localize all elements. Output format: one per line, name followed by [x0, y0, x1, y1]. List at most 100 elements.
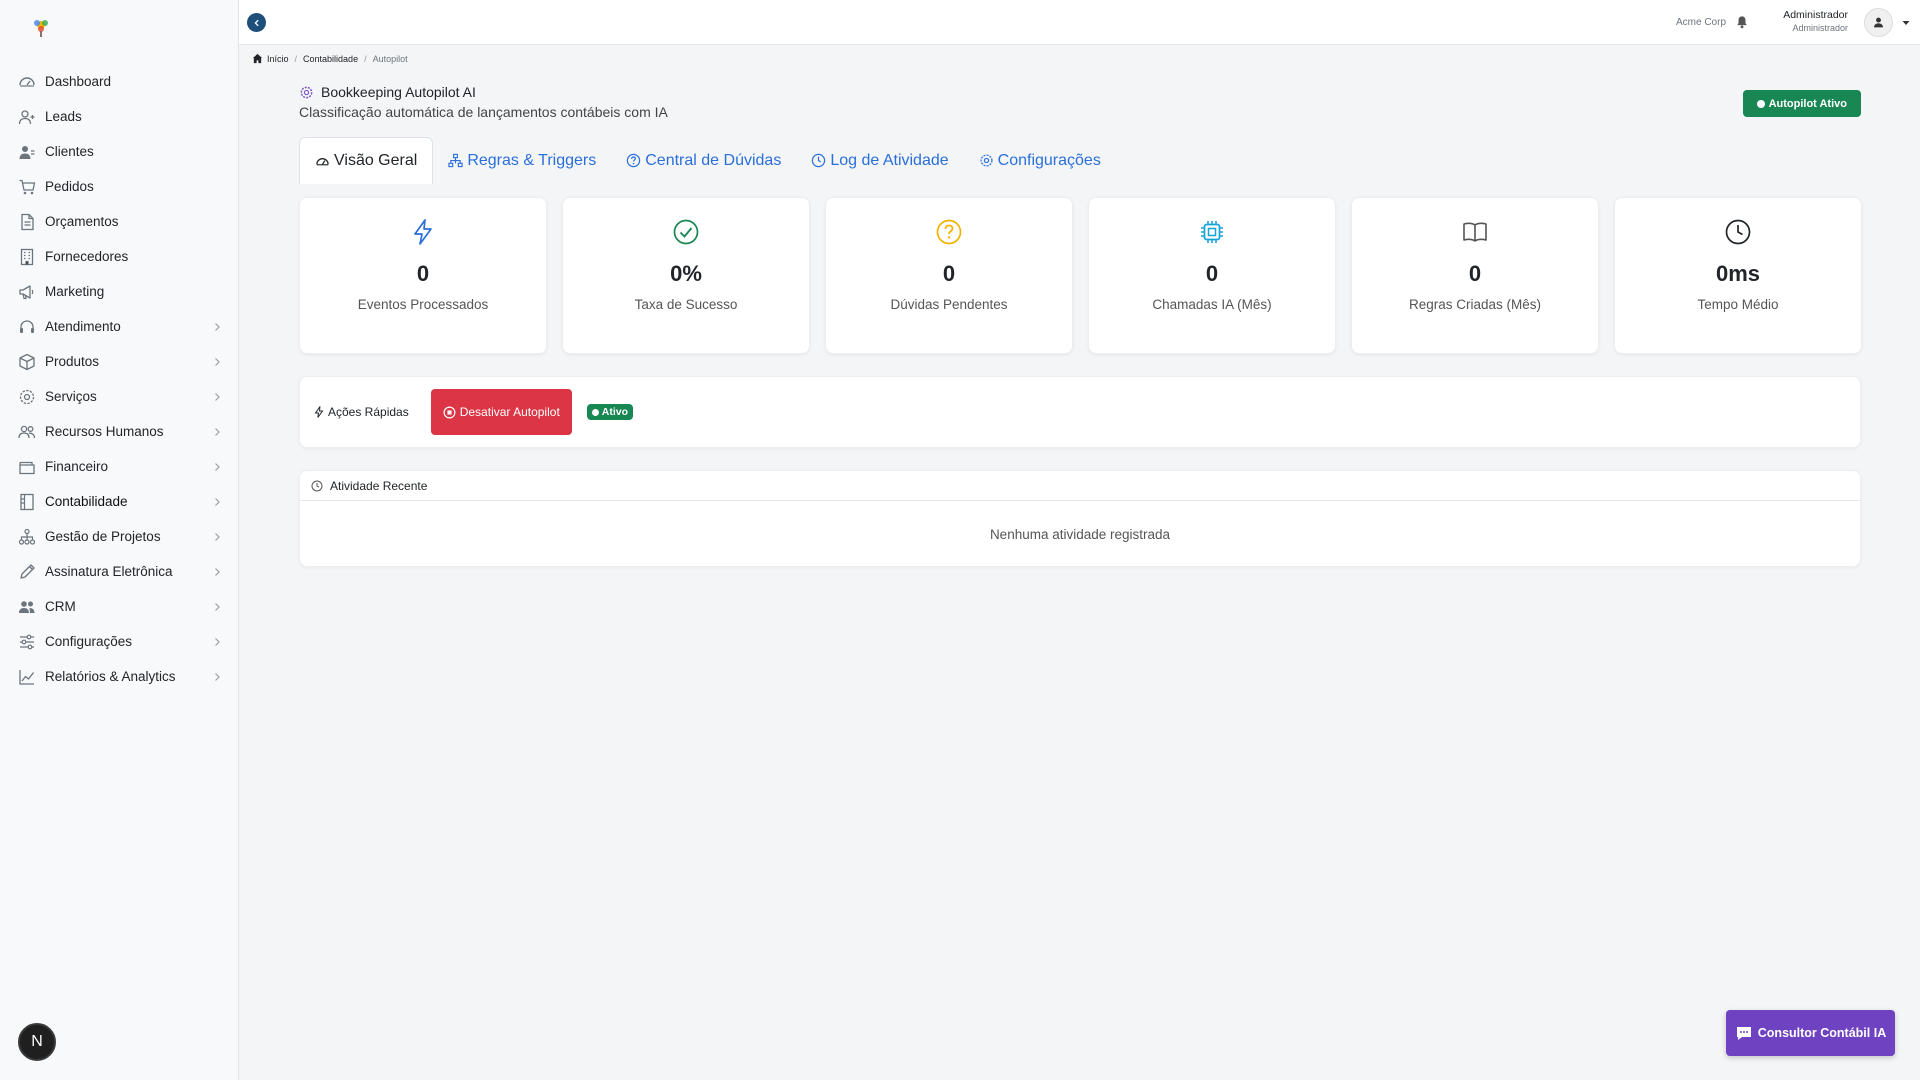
speedometer-icon: [316, 157, 329, 165]
sidebar-item-servicos[interactable]: Serviços: [0, 379, 239, 414]
box-icon: [17, 352, 37, 372]
next-badge[interactable]: N: [18, 1023, 56, 1061]
avatar[interactable]: [1864, 8, 1893, 37]
chevron-right-icon: [211, 496, 223, 508]
user-info[interactable]: Administrador Administrador: [1783, 9, 1848, 33]
sidebar-item-gestao-de-projetos[interactable]: Gestão de Projetos: [0, 519, 239, 554]
sidebar-item-produtos[interactable]: Produtos: [0, 344, 239, 379]
sidebar: Dashboard Leads Clientes Pedidos Orçamentos F…: [0, 0, 239, 1080]
stat-label: Tempo Médio: [1697, 297, 1779, 312]
sidebar-item-label: Configurações: [45, 634, 133, 649]
quick-actions-text: Ações Rápidas: [328, 405, 409, 419]
breadcrumb-separator: /: [294, 53, 298, 64]
page-subtitle: Classificação automática de lançamentos …: [299, 104, 668, 120]
chevron-left-icon: [253, 19, 259, 26]
recent-activity-title: Atividade Recente: [330, 478, 428, 493]
sidebar-item-label: Pedidos: [45, 179, 94, 194]
sidebar-item-recursos-humanos[interactable]: Recursos Humanos: [0, 414, 239, 449]
sidebar-item-assinatura-eletronica[interactable]: Assinatura Eletrônica: [0, 554, 239, 589]
chevron-right-icon: [211, 426, 223, 438]
home-icon: [252, 53, 263, 64]
recent-activity-panel: Atividade Recente Nenhuma atividade regi…: [299, 470, 1861, 567]
company-name[interactable]: Acme Corp: [1676, 17, 1726, 28]
chevron-right-icon: [211, 391, 223, 403]
deactivate-autopilot-button[interactable]: Desativar Autopilot: [430, 389, 572, 435]
tab-label: Central de Dúvidas: [645, 151, 782, 169]
tab-label: Regras & Triggers: [467, 151, 597, 169]
stat-card-tempo-medio: 0ms Tempo Médio: [1614, 197, 1862, 354]
chevron-right-icon: [211, 321, 223, 333]
tab-configuracoes[interactable]: Configurações: [964, 137, 1116, 184]
sidebar-item-label: Relatórios & Analytics: [45, 669, 176, 684]
sidebar-item-dashboard[interactable]: Dashboard: [0, 64, 239, 99]
gear-icon: [980, 154, 993, 167]
autopilot-status-badge: Autopilot Ativo: [1742, 90, 1861, 117]
sidebar-item-pedidos[interactable]: Pedidos: [0, 169, 239, 204]
document-icon: [17, 212, 37, 232]
sidebar-item-fornecedores[interactable]: Fornecedores: [0, 239, 239, 274]
clock-icon: [812, 153, 826, 168]
tab-visao-geral[interactable]: Visão Geral: [299, 137, 434, 184]
sidebar-item-contabilidade[interactable]: Contabilidade: [0, 484, 239, 519]
breadcrumb-home[interactable]: Início: [267, 54, 289, 64]
stop-circle-icon: [443, 406, 456, 418]
sidebar-nav: Dashboard Leads Clientes Pedidos Orçamentos F…: [0, 64, 239, 694]
sidebar-item-financeiro[interactable]: Financeiro: [0, 449, 239, 484]
chevron-right-icon: [211, 636, 223, 648]
question-circle-icon: [627, 153, 641, 168]
caret-down-icon[interactable]: [1902, 19, 1910, 27]
user-role: Administrador: [1792, 23, 1848, 33]
pen-icon: [17, 562, 37, 582]
sidebar-item-label: Assinatura Eletrônica: [45, 564, 173, 579]
sidebar-item-atendimento[interactable]: Atendimento: [0, 309, 239, 344]
people-icon: [17, 422, 37, 442]
stat-label: Regras Criadas (Mês): [1408, 297, 1542, 312]
sidebar-toggle-button[interactable]: [247, 13, 266, 32]
sidebar-item-label: Marketing: [45, 284, 105, 299]
user-name: Administrador: [1783, 9, 1848, 21]
sidebar-item-crm[interactable]: CRM: [0, 589, 239, 624]
sidebar-item-marketing[interactable]: Marketing: [0, 274, 239, 309]
bolt-icon: [314, 406, 324, 418]
sidebar-item-leads[interactable]: Leads: [0, 99, 239, 134]
sidebar-item-label: Contabilidade: [45, 494, 128, 509]
tab-central-duvidas[interactable]: Central de Dúvidas: [611, 137, 796, 184]
sidebar-item-clientes[interactable]: Clientes: [0, 134, 239, 169]
sidebar-item-label: Serviços: [45, 389, 97, 404]
stat-value: 0: [942, 261, 956, 286]
ai-consultant-button[interactable]: Consultor Contábil IA: [1726, 1010, 1895, 1056]
sidebar-item-configuracoes[interactable]: Configurações: [0, 624, 239, 659]
sidebar-item-label: Fornecedores: [45, 249, 129, 264]
tab-log-atividade[interactable]: Log de Atividade: [796, 137, 963, 184]
active-status-label: Ativo: [601, 406, 629, 418]
topbar: Acme Corp Administrador Administrador: [239, 0, 1920, 45]
quick-actions-panel: Ações Rápidas Desativar Autopilot Ativo: [299, 376, 1861, 448]
ai-consultant-label: Consultor Contábil IA: [1757, 1026, 1887, 1040]
sidebar-item-label: CRM: [45, 599, 76, 614]
megaphone-icon: [17, 282, 37, 302]
stat-value: 0: [416, 261, 430, 286]
sidebar-item-orcamentos[interactable]: Orçamentos: [0, 204, 239, 239]
check-circle-icon: [673, 219, 699, 245]
tab-regras-triggers[interactable]: Regras & Triggers: [433, 137, 611, 184]
app-logo-icon[interactable]: [30, 16, 52, 40]
sidebar-item-relatorios-analytics[interactable]: Relatórios & Analytics: [0, 659, 239, 694]
crm-icon: [17, 597, 37, 617]
question-circle-icon: [936, 219, 962, 245]
stat-label: Taxa de Sucesso: [634, 297, 738, 312]
bell-icon[interactable]: [1735, 15, 1749, 29]
diagram-icon: [17, 527, 37, 547]
stat-label: Dúvidas Pendentes: [890, 297, 1008, 312]
ledger-icon: [17, 492, 37, 512]
wallet-icon: [17, 457, 37, 477]
headset-icon: [17, 317, 37, 337]
tab-label: Configurações: [997, 151, 1101, 169]
autopilot-status-label: Autopilot Ativo: [1768, 97, 1847, 110]
sidebar-item-label: Produtos: [45, 354, 100, 369]
page-title-text: Bookkeeping Autopilot AI: [321, 84, 476, 100]
stat-value: 0ms: [1715, 261, 1761, 286]
page-title: Bookkeeping Autopilot AI: [299, 84, 476, 100]
recent-activity-empty-message: Nenhuma atividade registrada: [989, 527, 1171, 542]
sidebar-item-label: Atendimento: [45, 319, 121, 334]
breadcrumb-section[interactable]: Contabilidade: [303, 54, 358, 64]
